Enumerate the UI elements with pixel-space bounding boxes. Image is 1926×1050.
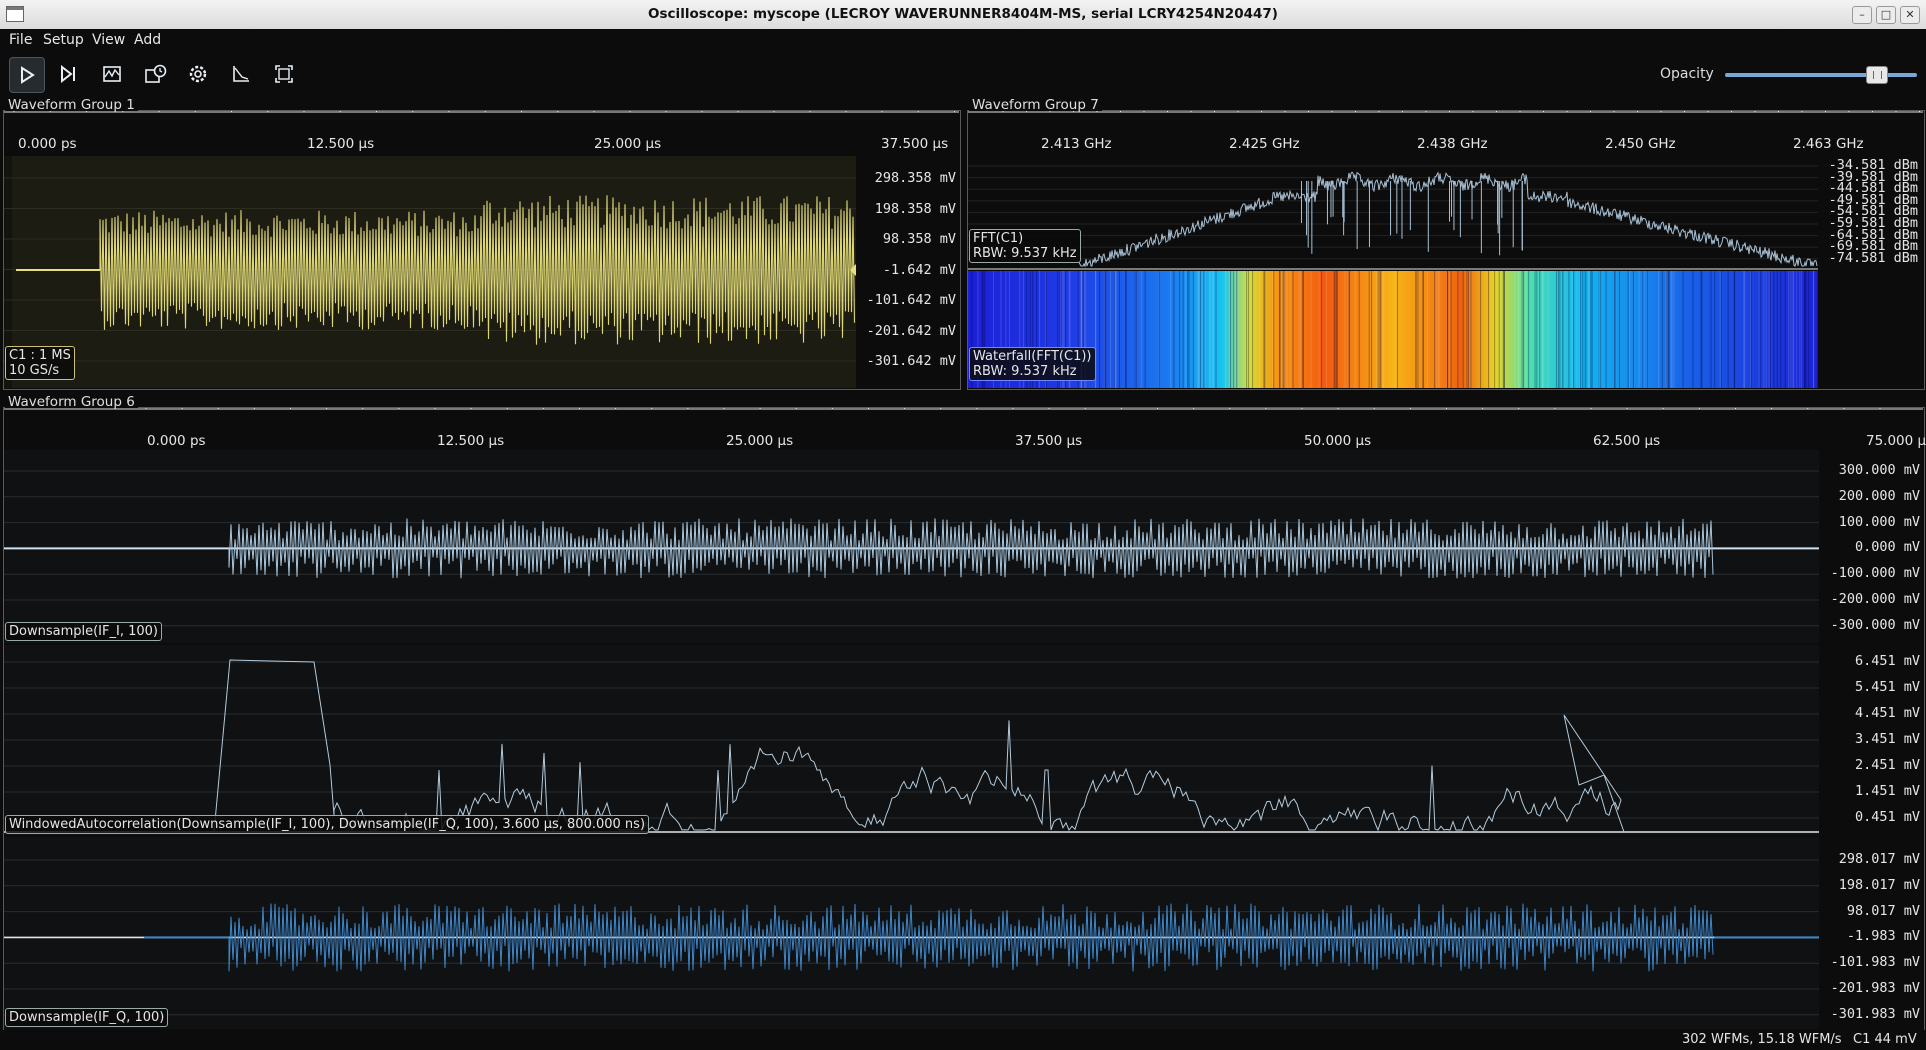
fullscreen-button[interactable]: [267, 57, 301, 91]
play-icon: [21, 66, 35, 84]
history-icon: [145, 64, 167, 83]
title-bar: Oscilloscope: myscope (LECROY WAVERUNNER…: [0, 0, 1926, 30]
g6-i-ytick-5: -200.000 mV: [1830, 591, 1920, 607]
g6-i-ytick-0: 300.000 mV: [1838, 462, 1920, 478]
g6-xtick-6: 75.000 µs: [1866, 433, 1926, 449]
g6-i-ytick-6: -300.000 mV: [1830, 616, 1920, 633]
waterfall-name: Waterfall(FFT(C1)): [973, 349, 1092, 364]
g1-xtick-1: 12.500 µs: [307, 136, 375, 152]
g6-c-ytick-0: 6.451 mV: [1854, 653, 1920, 669]
g7-xtick-1: 2.425 GHz: [1229, 136, 1300, 152]
menu-view[interactable]: View: [92, 32, 125, 48]
fft-rbw: RBW: 9.537 kHz: [973, 246, 1077, 261]
g6-xtick-4: 50.000 µs: [1304, 433, 1372, 449]
g6-c-ytick-3: 3.451 mV: [1854, 731, 1920, 747]
toolbar: Opacity: [0, 51, 1926, 97]
group-1-time-axis[interactable]: [4, 111, 959, 156]
if-i-waveform-plot[interactable]: [4, 450, 1819, 643]
waveform-icon: [103, 66, 121, 82]
g7-xtick-4: 2.463 GHz: [1793, 136, 1864, 152]
g6-c-ytick-4: 2.451 mV: [1854, 757, 1920, 773]
minimize-button[interactable]: –: [1852, 6, 1872, 24]
c1-depth: C1 : 1 MS: [9, 348, 71, 363]
opacity-label: Opacity: [1660, 66, 1714, 82]
g1-ytick-2: 98.358 mV: [882, 231, 956, 247]
waterfall-plot[interactable]: [968, 271, 1818, 388]
measure-button[interactable]: [224, 57, 258, 91]
g6-q-ytick-1: 198.017 mV: [1838, 876, 1920, 893]
status-bar: 302 WFMs, 15.18 WFM/s C1 44 mV: [0, 1030, 1926, 1050]
waterfall-label[interactable]: Waterfall(FFT(C1)) RBW: 9.537 kHz: [969, 347, 1096, 381]
g7-ytick-8: -74.581 dBm: [1828, 249, 1918, 266]
g6-xtick-1: 12.500 µs: [437, 433, 505, 449]
horizontal-splitter[interactable]: [0, 388, 1926, 396]
run-button[interactable]: [9, 57, 45, 93]
g1-xtick-2: 25.000 µs: [594, 136, 662, 152]
g6-q-ytick-6: -301.983 mV: [1830, 1005, 1920, 1022]
fft-spectrum-plot[interactable]: [968, 156, 1818, 270]
g6-i-ytick-4: -100.000 mV: [1830, 565, 1920, 582]
g6-xtick-0: 0.000 ps: [147, 433, 206, 449]
settings-button[interactable]: [181, 57, 215, 91]
g1-ytick-0: 298.358 mV: [874, 170, 956, 186]
g6-c-ytick-5: 1.451 mV: [1854, 783, 1920, 799]
g1-ytick-6: -301.642 mV: [866, 353, 956, 369]
g6-q-ytick-0: 298.017 mV: [1838, 851, 1920, 867]
g1-ytick-3: -1.642 mV: [882, 261, 956, 278]
c1-waveform-plot[interactable]: [4, 156, 856, 388]
g6-c-ytick-6: 0.451 mV: [1854, 809, 1920, 825]
c1-channel-label[interactable]: C1 : 1 MS 10 GS/s: [5, 346, 75, 380]
step-icon: [61, 64, 75, 84]
fullscreen-icon: [275, 65, 293, 83]
fft-name: FFT(C1): [973, 231, 1024, 246]
g7-xtick-3: 2.450 GHz: [1605, 136, 1676, 152]
g1-ytick-1: 198.358 mV: [874, 200, 956, 217]
g7-xtick-2: 2.438 GHz: [1417, 136, 1488, 152]
autocorrelation-label[interactable]: WindowedAutocorrelation(Downsample(IF_I,…: [5, 815, 650, 834]
g6-i-ytick-1: 200.000 mV: [1838, 487, 1920, 504]
stop-button[interactable]: [95, 57, 129, 91]
close-button[interactable]: ✕: [1900, 6, 1920, 24]
g1-xtick-0: 0.000 ps: [18, 136, 77, 152]
g1-xtick-3: 37.500 µs: [881, 136, 949, 152]
g6-xtick-5: 62.500 µs: [1593, 433, 1661, 449]
g6-q-ytick-3: -1.983 mV: [1846, 928, 1920, 945]
status-channel: C1 44 mV: [1853, 1032, 1917, 1047]
fft-label[interactable]: FFT(C1) RBW: 9.537 kHz: [969, 229, 1081, 263]
opacity-slider[interactable]: [1725, 73, 1917, 77]
window-title: Oscilloscope: myscope (LECROY WAVERUNNER…: [648, 6, 1278, 22]
g6-i-ytick-3: 0.000 mV: [1854, 539, 1920, 556]
single-button[interactable]: [52, 57, 86, 91]
g6-xtick-3: 37.500 µs: [1015, 433, 1083, 449]
menu-add[interactable]: Add: [134, 32, 161, 48]
maximize-button[interactable]: □: [1876, 6, 1896, 24]
opacity-slider-handle[interactable]: [1866, 66, 1889, 84]
status-rate: 302 WFMs, 15.18 WFM/s: [1682, 1032, 1842, 1047]
g7-xtick-0: 2.413 GHz: [1041, 136, 1112, 152]
g6-q-ytick-4: -101.983 mV: [1830, 954, 1920, 971]
waterfall-rbw: RBW: 9.537 kHz: [973, 364, 1077, 379]
menu-file[interactable]: File: [9, 32, 32, 48]
measure-icon: [233, 66, 249, 82]
if-q-label[interactable]: Downsample(IF_Q, 100): [5, 1008, 169, 1027]
history-button[interactable]: [138, 57, 172, 91]
g1-ytick-5: -201.642 mV: [866, 322, 956, 339]
vertical-splitter[interactable]: [959, 110, 967, 390]
g6-c-ytick-1: 5.451 mV: [1854, 679, 1920, 695]
menu-setup[interactable]: Setup: [43, 32, 84, 48]
c1-sample-rate: 10 GS/s: [9, 363, 60, 378]
g6-q-ytick-2: 98.017 mV: [1846, 902, 1920, 919]
gear-icon: [189, 65, 207, 83]
g1-ytick-4: -101.642 mV: [866, 292, 956, 308]
g6-c-ytick-2: 4.451 mV: [1854, 705, 1920, 721]
g6-xtick-2: 25.000 µs: [726, 433, 794, 449]
g6-i-ytick-2: 100.000 mV: [1838, 513, 1920, 530]
g6-q-ytick-5: -201.983 mV: [1830, 980, 1920, 996]
autocorrelation-plot[interactable]: [4, 645, 1819, 835]
if-i-label[interactable]: Downsample(IF_I, 100): [5, 622, 162, 641]
menu-bar: File Setup View Add: [0, 29, 1926, 51]
if-q-waveform-plot[interactable]: [4, 837, 1819, 1029]
